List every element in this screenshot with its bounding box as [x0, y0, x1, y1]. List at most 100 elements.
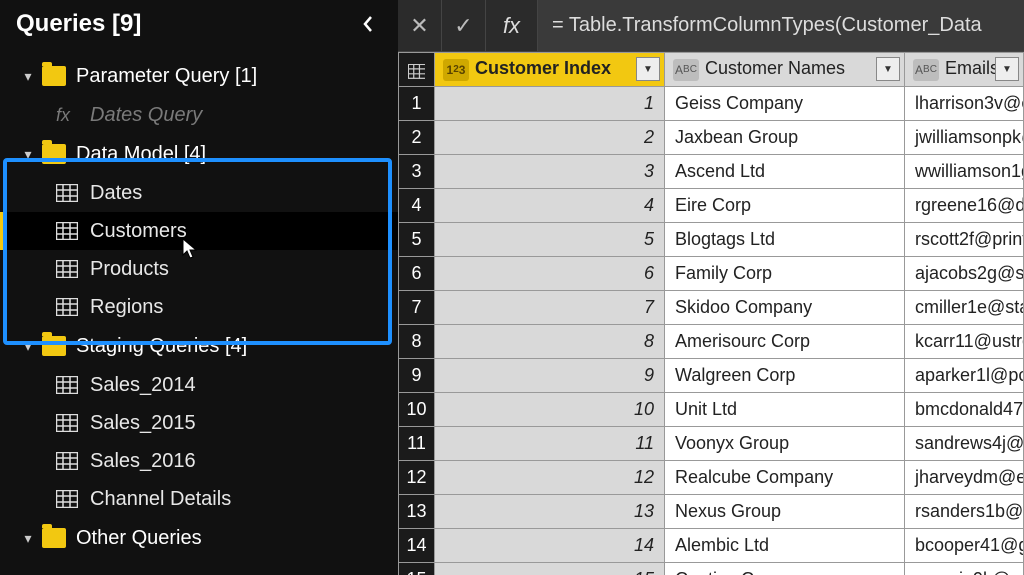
cell-customer-name[interactable]: Voonyx Group: [665, 427, 905, 461]
cell-customer-index[interactable]: 3: [435, 155, 665, 189]
column-customer-names[interactable]: ABCCustomer Names▼: [665, 53, 905, 87]
cell-email[interactable]: kcarr11@ustrea: [905, 325, 1024, 359]
table-row[interactable]: 22Jaxbean Groupjwilliamsonpk@: [399, 121, 1024, 155]
cell-email[interactable]: ajacobs2g@sea: [905, 257, 1024, 291]
cell-customer-index[interactable]: 11: [435, 427, 665, 461]
query-sales-2014[interactable]: Sales_2014: [0, 366, 398, 404]
table-row[interactable]: 1010Unit Ltdbmcdonald47@: [399, 393, 1024, 427]
column-emails[interactable]: ABCEmails▼: [905, 53, 1024, 87]
row-number[interactable]: 5: [399, 223, 435, 257]
cell-email[interactable]: bcooper41@gu: [905, 529, 1024, 563]
cell-email[interactable]: rsanders1b@lat: [905, 495, 1024, 529]
cell-customer-name[interactable]: Alembic Ltd: [665, 529, 905, 563]
cell-customer-index[interactable]: 7: [435, 291, 665, 325]
row-number[interactable]: 14: [399, 529, 435, 563]
query-channel-details[interactable]: Channel Details: [0, 480, 398, 518]
row-number[interactable]: 10: [399, 393, 435, 427]
query-customers[interactable]: Customers: [0, 212, 398, 250]
cell-customer-name[interactable]: Family Corp: [665, 257, 905, 291]
table-row[interactable]: 1515Centizu Companysgarcia9k@mys: [399, 563, 1024, 575]
row-number[interactable]: 2: [399, 121, 435, 155]
cell-customer-name[interactable]: Unit Ltd: [665, 393, 905, 427]
cell-customer-name[interactable]: Realcube Company: [665, 461, 905, 495]
cell-customer-name[interactable]: Centizu Company: [665, 563, 905, 575]
column-filter-button[interactable]: ▼: [995, 57, 1019, 81]
cell-customer-index[interactable]: 4: [435, 189, 665, 223]
row-number[interactable]: 9: [399, 359, 435, 393]
cell-customer-index[interactable]: 6: [435, 257, 665, 291]
cell-email[interactable]: bmcdonald47@: [905, 393, 1024, 427]
cell-customer-index[interactable]: 15: [435, 563, 665, 575]
cell-customer-index[interactable]: 9: [435, 359, 665, 393]
group-parameter-query[interactable]: ▾Parameter Query [1]: [0, 56, 398, 96]
cell-customer-index[interactable]: 8: [435, 325, 665, 359]
select-all-corner[interactable]: [399, 53, 435, 87]
cell-customer-name[interactable]: Nexus Group: [665, 495, 905, 529]
row-number[interactable]: 4: [399, 189, 435, 223]
query-dates-query[interactable]: fxDates Query: [0, 96, 398, 134]
group-staging-queries[interactable]: ▾Staging Queries [4]: [0, 326, 398, 366]
row-number[interactable]: 13: [399, 495, 435, 529]
cell-customer-name[interactable]: Skidoo Company: [665, 291, 905, 325]
cell-customer-index[interactable]: 13: [435, 495, 665, 529]
column-filter-button[interactable]: ▼: [876, 57, 900, 81]
formula-cancel-button[interactable]: ✕: [398, 0, 442, 51]
cell-customer-name[interactable]: Amerisourc Corp: [665, 325, 905, 359]
table-row[interactable]: 1212Realcube Companyjharveydm@ets: [399, 461, 1024, 495]
table-row[interactable]: 55Blogtags Ltdrscott2f@printf: [399, 223, 1024, 257]
cell-email[interactable]: wwilliamson1g@: [905, 155, 1024, 189]
cell-email[interactable]: cmiller1e@stat: [905, 291, 1024, 325]
column-filter-button[interactable]: ▼: [636, 57, 660, 81]
query-products[interactable]: Products: [0, 250, 398, 288]
table-row[interactable]: 1313Nexus Grouprsanders1b@lat: [399, 495, 1024, 529]
data-grid[interactable]: 123Customer Index▼ABCCustomer Names▼ABCE…: [398, 52, 1024, 575]
cell-customer-name[interactable]: Jaxbean Group: [665, 121, 905, 155]
row-number[interactable]: 12: [399, 461, 435, 495]
cell-customer-index[interactable]: 12: [435, 461, 665, 495]
row-number[interactable]: 8: [399, 325, 435, 359]
cell-customer-index[interactable]: 1: [435, 87, 665, 121]
row-number[interactable]: 3: [399, 155, 435, 189]
row-number[interactable]: 1: [399, 87, 435, 121]
cell-email[interactable]: rscott2f@printf: [905, 223, 1024, 257]
table-row[interactable]: 44Eire Corprgreene16@dev: [399, 189, 1024, 223]
table-row[interactable]: 77Skidoo Companycmiller1e@stat: [399, 291, 1024, 325]
query-regions[interactable]: Regions: [0, 288, 398, 326]
group-data-model[interactable]: ▾Data Model [4]: [0, 134, 398, 174]
table-row[interactable]: 1111Voonyx Groupsandrews4j@cis: [399, 427, 1024, 461]
collapse-sidebar-button[interactable]: [354, 10, 382, 38]
cell-email[interactable]: lharrison3v@ee: [905, 87, 1024, 121]
group-other-queries[interactable]: ▾Other Queries: [0, 518, 398, 558]
table-row[interactable]: 1414Alembic Ltdbcooper41@gu: [399, 529, 1024, 563]
cell-customer-index[interactable]: 14: [435, 529, 665, 563]
cell-email[interactable]: sgarcia9k@mys: [905, 563, 1024, 575]
table-row[interactable]: 66Family Corpajacobs2g@sea: [399, 257, 1024, 291]
table-row[interactable]: 33Ascend Ltdwwilliamson1g@: [399, 155, 1024, 189]
column-customer-index[interactable]: 123Customer Index▼: [435, 53, 665, 87]
table-row[interactable]: 99Walgreen Corpaparker1l@pcw: [399, 359, 1024, 393]
cell-customer-index[interactable]: 2: [435, 121, 665, 155]
formula-confirm-button[interactable]: ✓: [442, 0, 486, 51]
query-dates[interactable]: Dates: [0, 174, 398, 212]
row-number[interactable]: 6: [399, 257, 435, 291]
cell-customer-name[interactable]: Ascend Ltd: [665, 155, 905, 189]
row-number[interactable]: 7: [399, 291, 435, 325]
formula-input[interactable]: = Table.TransformColumnTypes(Customer_Da…: [538, 0, 1024, 51]
row-number[interactable]: 11: [399, 427, 435, 461]
table-row[interactable]: 11Geiss Companylharrison3v@ee: [399, 87, 1024, 121]
cell-customer-index[interactable]: 5: [435, 223, 665, 257]
query-sales-2016[interactable]: Sales_2016: [0, 442, 398, 480]
cell-customer-name[interactable]: Walgreen Corp: [665, 359, 905, 393]
cell-customer-name[interactable]: Blogtags Ltd: [665, 223, 905, 257]
cell-customer-index[interactable]: 10: [435, 393, 665, 427]
cell-email[interactable]: rgreene16@dev: [905, 189, 1024, 223]
cell-email[interactable]: aparker1l@pcw: [905, 359, 1024, 393]
table-row[interactable]: 88Amerisourc Corpkcarr11@ustrea: [399, 325, 1024, 359]
cell-customer-name[interactable]: Eire Corp: [665, 189, 905, 223]
cell-email[interactable]: jharveydm@ets: [905, 461, 1024, 495]
cell-customer-name[interactable]: Geiss Company: [665, 87, 905, 121]
query-sales-2015[interactable]: Sales_2015: [0, 404, 398, 442]
row-number[interactable]: 15: [399, 563, 435, 575]
cell-email[interactable]: jwilliamsonpk@: [905, 121, 1024, 155]
cell-email[interactable]: sandrews4j@cis: [905, 427, 1024, 461]
